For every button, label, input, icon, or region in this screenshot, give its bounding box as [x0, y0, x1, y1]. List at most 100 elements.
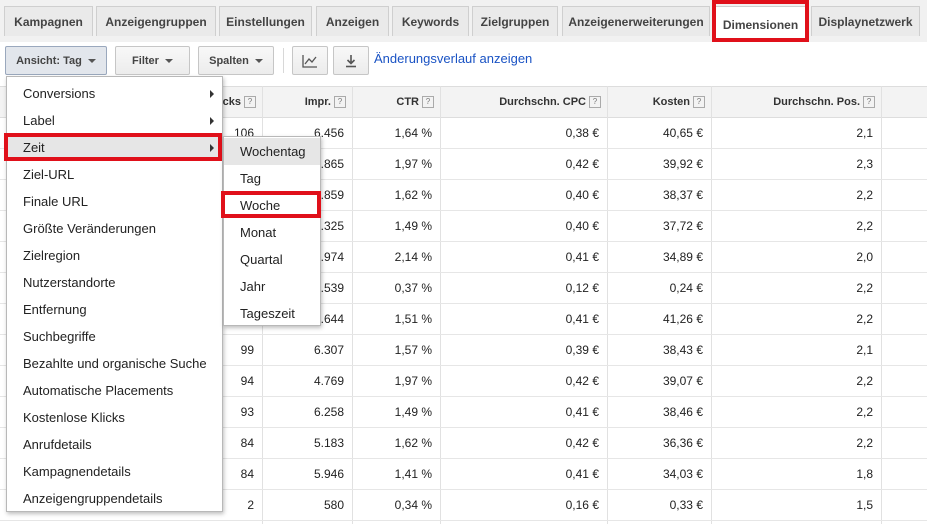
col-header-cost[interactable]: Kosten? [607, 87, 711, 117]
help-icon[interactable]: ? [244, 96, 256, 108]
cell-pos: 2,2 [856, 405, 873, 419]
cell-pos: 2,1 [856, 343, 873, 357]
cell-cpc: 0,40 € [565, 219, 599, 233]
menu-item[interactable]: Anrufdetails [7, 431, 222, 458]
menu-item[interactable]: Ziel-URL [7, 161, 222, 188]
chart-toggle-button[interactable] [292, 46, 328, 75]
tab-displaynetzwerk[interactable]: Displaynetzwerk [811, 6, 920, 36]
cell-cpc: 0,12 € [565, 281, 599, 295]
menu-item[interactable]: Kampagnendetails [7, 458, 222, 485]
cell-ctr: 1,97 % [394, 374, 432, 388]
col-header-ctr-label: CTR [396, 96, 419, 108]
tab-zielgruppen[interactable]: Zielgruppen [472, 6, 558, 36]
help-icon[interactable]: ? [863, 96, 875, 108]
col-header-impr[interactable]: Impr.? [262, 87, 352, 117]
menu-item-label: Bezahlte und organische Suche [23, 356, 207, 371]
menu-item[interactable]: Anzeigengruppendetails [7, 485, 222, 512]
submenu-item[interactable]: Jahr [224, 273, 320, 300]
menu-item[interactable]: Label [7, 107, 222, 134]
submenu-item[interactable]: Woche [224, 192, 320, 219]
tab-kampagnen[interactable]: Kampagnen [4, 6, 93, 36]
cell-impr: 5.183 [313, 436, 344, 450]
menu-item-label: Entfernung [23, 302, 87, 317]
cell-pos: 2,2 [856, 219, 873, 233]
submenu-item[interactable]: Tag [224, 165, 320, 192]
tab-keywords[interactable]: Keywords [392, 6, 469, 36]
menu-item[interactable]: Entfernung [7, 296, 222, 323]
cell-ctr: 2,14 % [394, 250, 432, 264]
cell-ctr: 1,97 % [394, 157, 432, 171]
help-icon[interactable]: ? [693, 96, 705, 108]
help-icon[interactable]: ? [334, 96, 346, 108]
cell-pos: 2,2 [856, 188, 873, 202]
cell-ctr: 1,49 % [394, 405, 432, 419]
menu-item[interactable]: Zeit [7, 134, 222, 161]
submenu-item[interactable]: Wochentag [224, 138, 320, 165]
cell-impr: 6.258 [313, 405, 344, 419]
filter-label: Filter [132, 54, 159, 67]
filter-button[interactable]: Filter [115, 46, 190, 75]
tab-einstellungen[interactable]: Einstellungen [219, 6, 312, 36]
menu-item-label: Conversions [23, 86, 96, 101]
submenu-item[interactable]: Tageszeit [224, 300, 320, 327]
tab-bar: Kampagnen Anzeigengruppen Einstellungen … [0, 0, 927, 43]
cell-cpc: 0,38 € [565, 126, 599, 140]
menu-item[interactable]: Finale URL [7, 188, 222, 215]
menu-item-label: Anrufdetails [23, 437, 92, 452]
tab-anzeigen[interactable]: Anzeigen [316, 6, 389, 36]
menu-item-label: Nutzerstandorte [23, 275, 116, 290]
chevron-right-icon [210, 117, 214, 125]
cell-cost: 41,26 € [662, 312, 703, 326]
columns-button[interactable]: Spalten [198, 46, 274, 75]
cell-cost: 40,65 € [662, 126, 703, 140]
time-submenu: Wochentag Tag Woche Monat Quartal Jahr Tagesze… [223, 136, 321, 326]
cell-ctr: 1,62 % [394, 436, 432, 450]
menu-item[interactable]: Bezahlte und organische Suche [7, 350, 222, 377]
col-header-avg-position[interactable]: Durchschn. Pos.? [711, 87, 881, 117]
cell-pos: 1,8 [856, 467, 873, 481]
download-icon [346, 54, 356, 67]
cell-cpc: 0,42 € [565, 157, 599, 171]
cell-cost: 34,89 € [662, 250, 703, 264]
tab-anzeigengruppen[interactable]: Anzeigengruppen [96, 6, 216, 36]
cell-ctr: 0,37 % [394, 281, 432, 295]
col-header-cost-label: Kosten [652, 96, 690, 108]
cell-pos: 2,3 [856, 157, 873, 171]
submenu-item[interactable]: Monat [224, 219, 320, 246]
view-dropdown-button[interactable]: Ansicht: Tag [5, 46, 107, 75]
help-icon[interactable]: ? [422, 96, 434, 108]
cell-cpc: 0,41 € [565, 467, 599, 481]
tab-anzeigenerweiterungen[interactable]: Anzeigenerweiterungen [562, 6, 710, 36]
tab-dimensionen[interactable]: Dimensionen [714, 6, 807, 42]
menu-item[interactable]: Zielregion [7, 242, 222, 269]
menu-item-label: Zielregion [23, 248, 81, 263]
menu-item[interactable]: Nutzerstandorte [7, 269, 222, 296]
menu-item-label: Anzeigengruppendetails [23, 491, 163, 506]
menu-item[interactable]: Suchbegriffe [7, 323, 222, 350]
menu-item[interactable]: Kostenlose Klicks [7, 404, 222, 431]
change-history-link[interactable]: Änderungsverlauf anzeigen [374, 51, 532, 66]
cell-ctr: 1,62 % [394, 188, 432, 202]
cell-pos: 2,0 [856, 250, 873, 264]
cell-cpc: 0,16 € [565, 498, 599, 512]
menu-item-label: Finale URL [23, 194, 89, 209]
cell-cpc: 0,42 € [565, 374, 599, 388]
download-button[interactable] [333, 46, 369, 75]
submenu-item[interactable]: Quartal [224, 246, 320, 273]
col-header-ctr[interactable]: CTR? [352, 87, 440, 117]
cell-cpc: 0,41 € [565, 405, 599, 419]
view-dropdown-label: Ansicht: Tag [16, 54, 82, 67]
menu-item[interactable]: Conversions [7, 80, 222, 107]
chevron-down-icon [164, 58, 173, 63]
cell-cost: 34,03 € [662, 467, 703, 481]
col-header-cpc-label: Durchschn. CPC [499, 96, 586, 108]
col-header-pos-label: Durchschn. Pos. [773, 96, 860, 108]
cell-pos: 2,2 [856, 436, 873, 450]
menu-item[interactable]: Größte Veränderungen [7, 215, 222, 242]
col-header-cpc[interactable]: Durchschn. CPC? [440, 87, 607, 117]
cell-cost: 36,36 € [662, 436, 703, 450]
menu-item[interactable]: Automatische Placements [7, 377, 222, 404]
cell-ctr: 0,34 % [394, 498, 432, 512]
help-icon[interactable]: ? [589, 96, 601, 108]
view-dropdown-menu: Conversions Label Zeit Ziel-URL Finale URL Gr… [6, 76, 223, 512]
